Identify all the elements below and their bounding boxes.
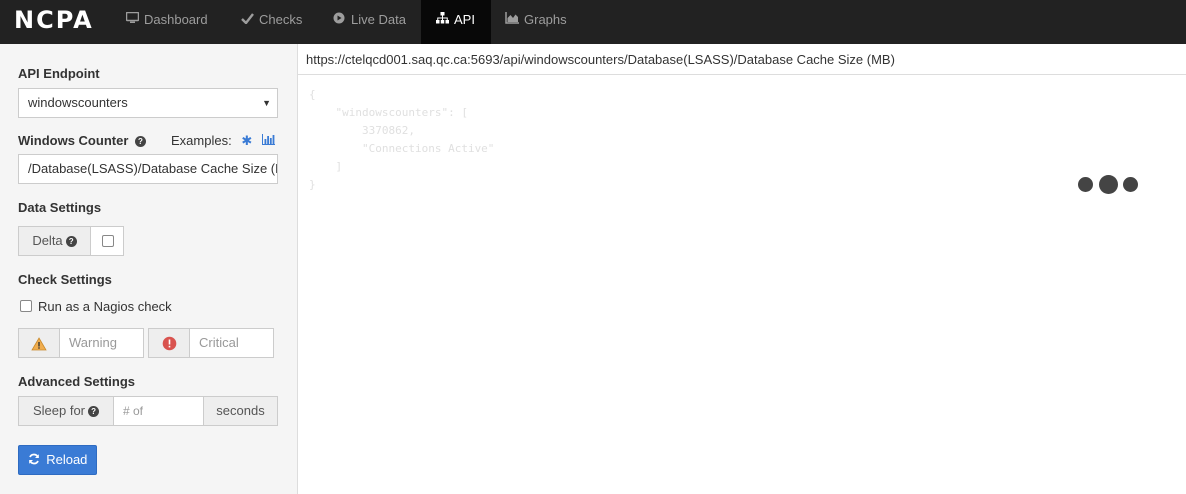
json-line: 3370862,	[309, 124, 415, 137]
api-endpoint-title: API Endpoint	[18, 66, 100, 81]
delta-label: Delta	[32, 233, 63, 248]
seconds-addon: seconds	[203, 396, 278, 426]
nav-graphs-label: Graphs	[524, 12, 567, 27]
json-line: }	[309, 178, 316, 191]
api-endpoint-select[interactable]: windowscounters ▼	[18, 88, 278, 118]
critical-icon	[162, 335, 177, 351]
sleep-label-addon: Sleep for?	[18, 396, 114, 426]
api-url-display: https://ctelqcd001.saq.qc.ca:5693/api/wi…	[298, 44, 1186, 75]
nav-api-label: API	[454, 12, 475, 27]
windows-counter-label: Windows Counter	[18, 133, 129, 148]
api-endpoint-value: windowscounters	[28, 95, 128, 110]
nav-live-data[interactable]: Live Data	[318, 0, 420, 44]
asterisk-icon[interactable]: ✱	[241, 133, 252, 149]
sleep-seconds-input[interactable]: # of	[113, 396, 204, 426]
nav-dashboard-label: Dashboard	[144, 12, 208, 27]
warning-icon	[31, 335, 47, 350]
warning-threshold-input[interactable]: Warning	[59, 328, 144, 358]
critical-addon	[148, 328, 190, 358]
nav-checks[interactable]: Checks	[226, 0, 316, 44]
sleep-label: Sleep for	[32, 403, 86, 418]
nav-graphs[interactable]: Graphs	[491, 0, 581, 44]
loading-dot	[1099, 175, 1118, 194]
nagios-check-label: Run as a Nagios check	[38, 299, 172, 314]
delta-checkbox-wrap	[90, 226, 124, 256]
nav-live-data-label: Live Data	[351, 12, 406, 27]
critical-threshold-input[interactable]: Critical	[189, 328, 274, 358]
loading-dot	[1123, 177, 1138, 192]
bar-chart-icon[interactable]	[261, 133, 275, 148]
json-line: ]	[309, 160, 343, 173]
windows-counter-title: Windows Counter ?	[18, 133, 146, 148]
examples-group: Examples: ✱	[171, 133, 275, 149]
loading-dot	[1078, 177, 1093, 192]
delta-label-addon: Delta?	[18, 226, 91, 256]
reload-button[interactable]: Reload	[18, 445, 97, 475]
nagios-check-checkbox[interactable]	[20, 300, 32, 312]
brand-logo[interactable]: NCPA	[14, 6, 94, 34]
windows-counter-input[interactable]: /Database(LSASS)/Database Cache Size (MB…	[18, 154, 278, 184]
check-icon	[240, 0, 254, 40]
examples-label: Examples:	[171, 133, 232, 148]
delta-checkbox[interactable]	[102, 235, 114, 247]
caret-down-icon: ▼	[262, 98, 271, 108]
question-icon[interactable]: ?	[135, 136, 146, 148]
nav-api[interactable]: API	[421, 0, 491, 44]
nav-checks-label: Checks	[259, 12, 303, 27]
check-settings-title: Check Settings	[18, 272, 112, 287]
refresh-icon	[28, 452, 47, 467]
top-navbar: NCPA Dashboard Checks Live Data API Grap…	[0, 0, 1186, 44]
play-circle-icon	[332, 0, 346, 40]
nav-dashboard[interactable]: Dashboard	[111, 0, 222, 44]
reload-label: Reload	[46, 452, 88, 467]
sitemap-icon	[435, 0, 449, 40]
json-line: "Connections Active"	[309, 142, 495, 155]
warning-addon	[18, 328, 60, 358]
question-icon[interactable]: ?	[88, 406, 100, 418]
json-line: "windowscounters": [	[309, 106, 468, 119]
advanced-settings-title: Advanced Settings	[18, 374, 136, 389]
monitor-icon	[125, 0, 139, 40]
question-icon[interactable]: ?	[65, 236, 77, 248]
data-settings-title: Data Settings	[18, 200, 102, 215]
api-settings-sidebar: API Endpoint windowscounters ▼ Windows C…	[0, 44, 298, 494]
json-line: {	[309, 88, 316, 101]
json-response: { "windowscounters": [ 3370862, "Connect…	[309, 86, 494, 194]
area-chart-icon	[505, 0, 519, 40]
